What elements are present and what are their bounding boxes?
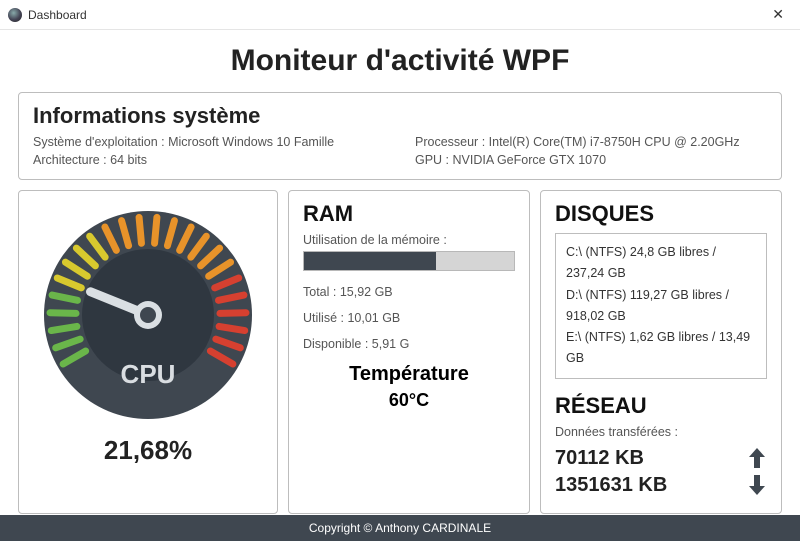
network-download-row: 1351631 KB [555, 474, 767, 497]
network-download-value: 1351631 KB [555, 474, 667, 497]
ram-usage-label: Utilisation de la mémoire : [303, 233, 515, 247]
network-upload-row: 70112 KB [555, 447, 767, 470]
sysinfo-gpu: GPU : NVIDIA GeForce GTX 1070 [415, 153, 767, 167]
arrow-up-icon [747, 447, 767, 469]
network-label: Données transférées : [555, 425, 767, 439]
disk-item: C:\ (NTFS) 24,8 GB libres / 237,24 GB [566, 242, 756, 285]
footer-copyright: Copyright © Anthony CARDINALE [309, 521, 491, 535]
system-info-heading: Informations système [33, 103, 767, 129]
sysinfo-os: Système d'exploitation : Microsoft Windo… [33, 135, 385, 149]
temperature-value: 60°C [303, 390, 515, 411]
ram-used: Utilisé : 10,01 GB [303, 311, 515, 325]
window-title: Dashboard [28, 8, 87, 22]
arrow-down-icon [747, 474, 767, 496]
ram-progress [303, 251, 515, 271]
cpu-gauge: CPU [38, 205, 258, 425]
system-info-panel: Informations système Système d'exploitat… [18, 92, 782, 180]
network-upload-value: 70112 KB [555, 447, 644, 470]
ram-progress-fill [304, 252, 436, 270]
disk-item: D:\ (NTFS) 119,27 GB libres / 918,02 GB [566, 285, 756, 328]
cpu-gauge-label: CPU [121, 359, 176, 389]
close-icon[interactable]: ✕ [766, 4, 790, 25]
sysinfo-arch: Architecture : 64 bits [33, 153, 385, 167]
footer: Copyright © Anthony CARDINALE [0, 515, 800, 541]
app-icon [8, 8, 22, 22]
sysinfo-cpu: Processeur : Intel(R) Core(TM) i7-8750H … [415, 135, 767, 149]
ram-panel: RAM Utilisation de la mémoire : Total : … [288, 190, 530, 514]
network-heading: RÉSEAU [555, 393, 767, 419]
ram-available: Disponible : 5,91 G [303, 337, 515, 351]
ram-total: Total : 15,92 GB [303, 285, 515, 299]
ram-heading: RAM [303, 201, 515, 227]
disks-list: C:\ (NTFS) 24,8 GB libres / 237,24 GB D:… [555, 233, 767, 379]
disk-item: E:\ (NTFS) 1,62 GB libres / 13,49 GB [566, 327, 756, 370]
cpu-panel: CPU 21,68% [18, 190, 278, 514]
page-title: Moniteur d'activité WPF [18, 44, 782, 78]
titlebar: Dashboard ✕ [0, 0, 800, 30]
disks-heading: DISQUES [555, 201, 767, 227]
cpu-percent: 21,68% [104, 435, 192, 466]
temperature-heading: Température [303, 363, 515, 386]
disks-panel: DISQUES C:\ (NTFS) 24,8 GB libres / 237,… [540, 190, 782, 514]
